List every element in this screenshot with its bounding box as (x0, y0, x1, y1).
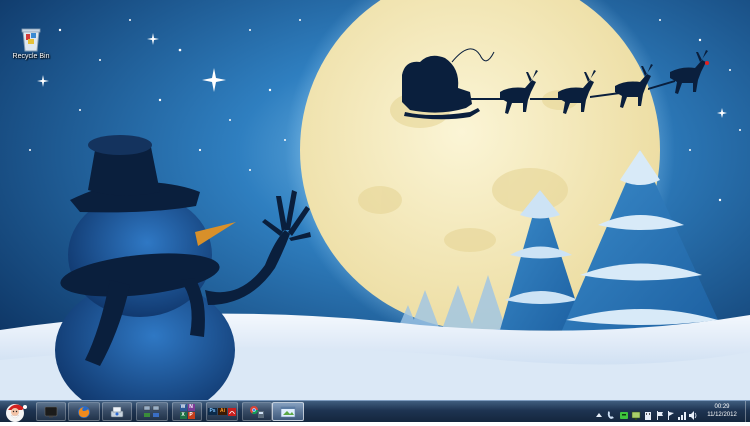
tray-volume[interactable] (688, 406, 698, 420)
taskbar-button-chrome-tools[interactable] (242, 402, 272, 421)
taskbar-button-firefox[interactable] (68, 402, 100, 421)
flag-icon (668, 411, 674, 420)
media-center-icon (44, 406, 58, 417)
taskbar-button-desktop-window[interactable] (272, 402, 304, 421)
taskbar-button-adobe-apps[interactable]: Ps Ai (206, 402, 238, 421)
show-hidden-icons-button[interactable] (594, 406, 604, 417)
taskbar-button-media-center[interactable] (36, 402, 66, 421)
show-desktop-button[interactable] (745, 401, 750, 422)
santa-start-orb-icon (6, 404, 27, 422)
signal-icon (678, 412, 686, 420)
network-icon (631, 411, 641, 420)
tray-action-center[interactable] (655, 406, 665, 420)
tray-network[interactable] (631, 406, 641, 420)
desktop-icon-label: Recycle Bin (12, 53, 50, 60)
word-icon: W (179, 404, 187, 411)
taskbar-button-computer-scanner[interactable] (102, 402, 132, 421)
start-button[interactable] (2, 402, 28, 422)
show-hidden-icons-arrow (596, 413, 602, 417)
tray-flag[interactable] (666, 406, 676, 420)
acrobat-icon (228, 407, 236, 416)
desktop[interactable]: Recycle Bin (0, 0, 750, 400)
action-center-flag-icon (657, 411, 663, 420)
tray-green-app[interactable] (619, 406, 629, 419)
phone-link-icon (607, 411, 614, 419)
tray-clock[interactable]: 00:29 11/12/2012 (700, 403, 744, 419)
clock-time: 00:29 (714, 404, 730, 410)
desktop-window-icon (280, 406, 296, 417)
chrome-tools-icon (250, 405, 264, 418)
taskbar-button-office-apps[interactable]: W N X P (172, 402, 202, 421)
photoshop-icon: Ps (208, 408, 217, 415)
illustrator-icon: Ai (218, 408, 227, 415)
computer-scanner-icon (110, 406, 124, 417)
onenote-icon: N (187, 404, 195, 411)
clock-date: 11/12/2012 (707, 412, 737, 418)
firefox-icon (78, 405, 90, 418)
network-tools-icon (143, 405, 160, 417)
green-app-icon (620, 412, 628, 419)
recycle-bin-icon (21, 28, 41, 52)
tray-signal[interactable] (677, 406, 687, 420)
christmas-wallpaper (0, 0, 750, 400)
tray-usb[interactable] (643, 406, 653, 420)
tray-phone-link[interactable] (606, 406, 616, 419)
volume-icon (689, 411, 697, 420)
excel-icon: X (179, 412, 187, 419)
usb-icon (645, 412, 651, 420)
taskbar-button-network-tools[interactable] (136, 402, 168, 421)
taskbar: W N X P Ps Ai 00:29 11/12/2012 (0, 400, 750, 422)
powerpoint-icon: P (187, 412, 195, 419)
desktop-icon-recycle-bin[interactable]: Recycle Bin (8, 26, 54, 60)
